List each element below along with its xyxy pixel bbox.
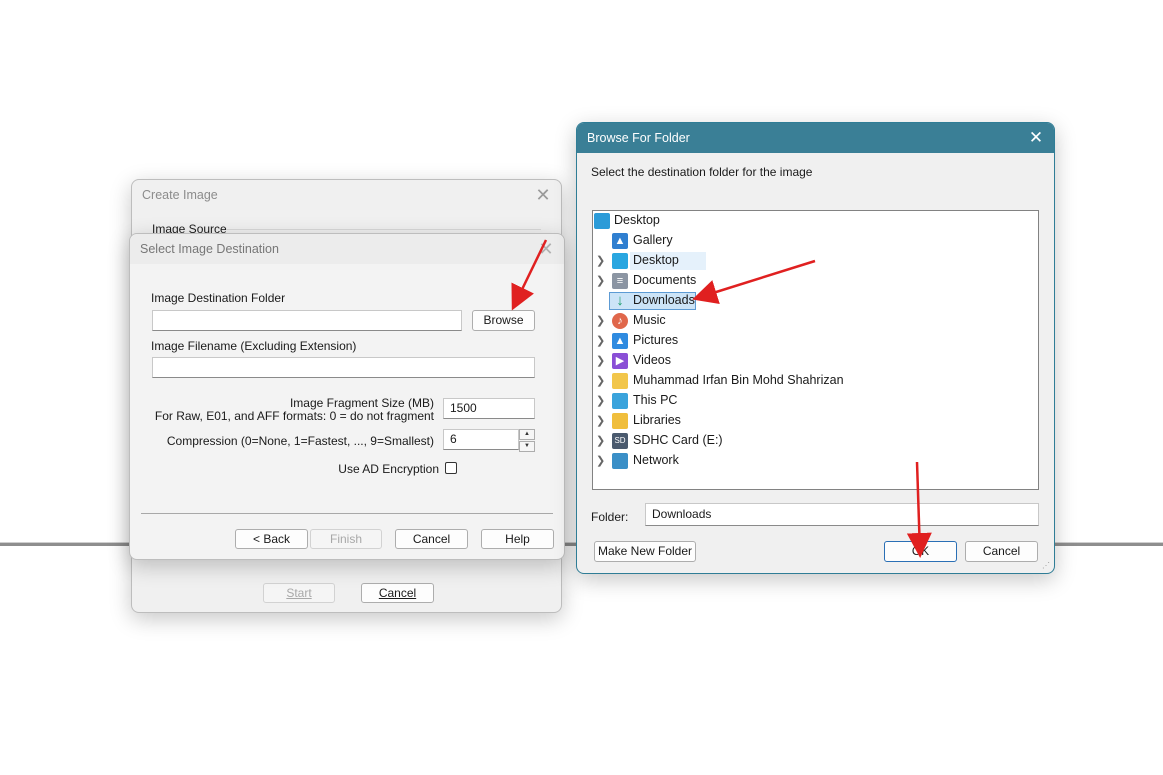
tree-item-label: Libraries — [633, 413, 681, 427]
this-pc-icon — [612, 393, 628, 409]
tree-item-downloads[interactable]: ↓ Downloads — [593, 291, 1038, 311]
create-image-titlebar: Create Image ✕ — [132, 180, 561, 210]
image-filename-label: Image Filename (Excluding Extension) — [151, 339, 357, 353]
encryption-checkbox[interactable] — [445, 462, 457, 474]
help-button[interactable]: Help — [481, 529, 554, 549]
chevron-right-icon[interactable]: ❯ — [596, 394, 606, 407]
chevron-right-icon[interactable]: ❯ — [596, 434, 606, 447]
chevron-right-icon[interactable]: ❯ — [596, 374, 606, 387]
tree-item-label: SDHC Card (E:) — [633, 433, 723, 447]
tree-item-sd-card[interactable]: ❯ SD SDHC Card (E:) — [593, 431, 1038, 451]
button-separator — [141, 513, 553, 514]
destination-folder-label: Image Destination Folder — [151, 291, 286, 305]
tree-item-pictures[interactable]: ❯ ▲ Pictures — [593, 331, 1038, 351]
spin-down-icon[interactable]: ▼ — [519, 441, 535, 452]
pictures-icon: ▲ — [612, 333, 628, 349]
chevron-right-icon[interactable]: ❯ — [596, 314, 606, 327]
tree-item-desktop[interactable]: ❯ Desktop — [593, 251, 1038, 271]
tree-item-label: Desktop — [633, 253, 679, 267]
videos-icon: ▶ — [612, 353, 628, 369]
select-destination-titlebar: Select Image Destination ✕ — [130, 234, 564, 264]
tree-item-label: Gallery — [633, 233, 673, 247]
create-image-title: Create Image — [142, 188, 218, 202]
finish-button[interactable]: Finish — [310, 529, 382, 549]
tree-item-gallery[interactable]: ▲ Gallery — [593, 231, 1038, 251]
browse-button[interactable]: Browse — [472, 310, 535, 331]
sd-card-icon: SD — [612, 433, 628, 449]
fragment-size-label: Image Fragment Size (MB) — [289, 396, 434, 410]
tree-item-documents[interactable]: ❯ ≡ Documents — [593, 271, 1038, 291]
documents-icon: ≡ — [612, 273, 628, 289]
folder-label: Folder: — [591, 510, 629, 524]
chevron-right-icon[interactable]: ❯ — [596, 414, 606, 427]
close-icon[interactable]: ✕ — [533, 185, 553, 205]
image-source-group-line — [227, 229, 541, 230]
folder-tree[interactable]: Desktop ▲ Gallery ❯ Desktop ❯ ≡ Document… — [592, 210, 1039, 490]
tree-item-label: Documents — [633, 273, 697, 287]
image-filename-input[interactable] — [152, 357, 535, 378]
desktop-icon — [612, 253, 628, 269]
encryption-label: Use AD Encryption — [338, 462, 439, 476]
chevron-right-icon[interactable]: ❯ — [596, 354, 606, 367]
resize-grip-icon[interactable]: ⋰ — [1042, 561, 1052, 571]
folder-input[interactable]: Downloads — [645, 503, 1039, 526]
browse-instruction: Select the destination folder for the im… — [591, 165, 813, 179]
tree-item-label: Videos — [633, 353, 671, 367]
music-icon: ♪ — [612, 313, 628, 329]
back-button[interactable]: < Back — [235, 529, 308, 549]
fragment-note-label: For Raw, E01, and AFF formats: 0 = do no… — [154, 409, 434, 423]
close-icon[interactable]: ✕ — [1026, 128, 1046, 148]
compression-input[interactable]: 6 — [443, 429, 519, 450]
compression-label: Compression (0=None, 1=Fastest, ..., 9=S… — [166, 434, 434, 448]
gallery-icon: ▲ — [612, 233, 628, 249]
tree-item-libraries[interactable]: ❯ Libraries — [593, 411, 1038, 431]
tree-item-label: Network — [633, 453, 679, 467]
compression-stepper[interactable]: ▲ ▼ — [519, 429, 535, 452]
chevron-right-icon[interactable]: ❯ — [596, 254, 606, 267]
browse-folder-window: Browse For Folder ✕ Select the destinati… — [576, 122, 1055, 574]
tree-item-label: Muhammad Irfan Bin Mohd Shahrizan — [633, 373, 844, 387]
tree-item-label: Desktop — [614, 213, 660, 227]
tree-item-videos[interactable]: ❯ ▶ Videos — [593, 351, 1038, 371]
select-destination-title: Select Image Destination — [140, 242, 279, 256]
tree-item-music[interactable]: ❯ ♪ Music — [593, 311, 1038, 331]
create-cancel-button-label: Cancel — [378, 586, 417, 600]
downloads-icon: ↓ — [616, 292, 624, 309]
tree-item-label: This PC — [633, 393, 678, 407]
chevron-right-icon[interactable]: ❯ — [596, 454, 606, 467]
select-destination-window: Select Image Destination ✕ Image Destina… — [129, 233, 565, 560]
spin-up-icon[interactable]: ▲ — [519, 429, 535, 440]
tree-item-network[interactable]: ❯ Network — [593, 451, 1038, 471]
libraries-icon — [612, 413, 628, 429]
tree-item-label: Downloads — [633, 293, 695, 307]
tree-item-user-folder[interactable]: ❯ Muhammad Irfan Bin Mohd Shahrizan — [593, 371, 1038, 391]
start-button[interactable]: Start — [263, 583, 335, 603]
tree-item-this-pc[interactable]: ❯ This PC — [593, 391, 1038, 411]
network-icon — [612, 453, 628, 469]
destination-folder-input[interactable] — [152, 310, 462, 331]
dest-cancel-button[interactable]: Cancel — [395, 529, 468, 549]
tree-item-desktop-root[interactable]: Desktop — [593, 211, 1038, 231]
fragment-size-input[interactable]: 1500 — [443, 398, 535, 419]
desktop-icon — [594, 213, 610, 229]
close-icon[interactable]: ✕ — [536, 239, 556, 259]
make-new-folder-button[interactable]: Make New Folder — [594, 541, 696, 562]
browse-cancel-button[interactable]: Cancel — [965, 541, 1038, 562]
start-button-label: Start — [286, 586, 312, 600]
ok-button[interactable]: OK — [884, 541, 957, 562]
create-cancel-button[interactable]: Cancel — [361, 583, 434, 603]
browse-folder-title: Browse For Folder — [587, 131, 690, 145]
browse-folder-titlebar: Browse For Folder ✕ — [577, 123, 1054, 153]
chevron-right-icon[interactable]: ❯ — [596, 334, 606, 347]
tree-item-label: Music — [633, 313, 666, 327]
folder-icon — [612, 373, 628, 389]
tree-item-label: Pictures — [633, 333, 679, 347]
chevron-right-icon[interactable]: ❯ — [596, 274, 606, 287]
